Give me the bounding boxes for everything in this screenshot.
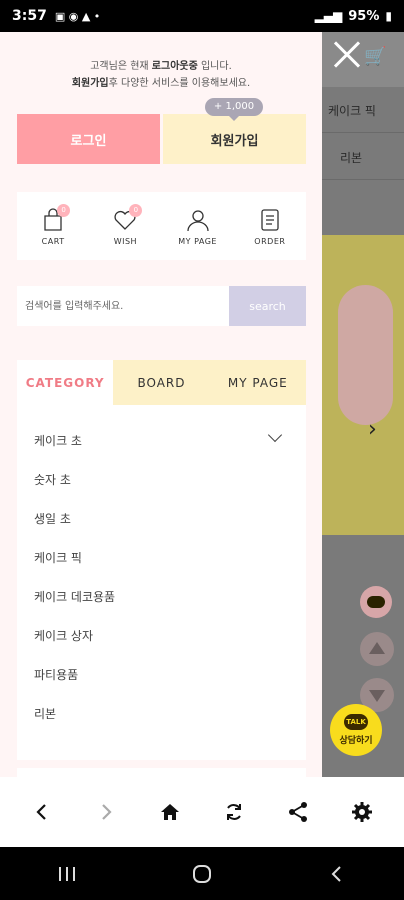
signal-icon: ▂▄▆ — [314, 9, 343, 23]
chevron-right-icon: › — [368, 417, 377, 442]
quick-link-cart[interactable]: 0 CART — [23, 203, 83, 246]
gear-icon — [352, 802, 372, 822]
welcome-status: 로그아웃중 — [151, 61, 198, 72]
category-label: 생일 초 — [34, 512, 71, 526]
category-item[interactable]: 케이크 데코용품 — [17, 577, 306, 616]
category-item[interactable]: 케이크 상자 — [17, 616, 306, 655]
chevron-right-icon — [102, 804, 112, 820]
side-drawer: 고객님은 현재 로그아웃중 입니다. 회원가입후 다양한 서비스를 이용해보세요… — [0, 32, 322, 777]
scroll-up-button[interactable] — [360, 632, 394, 666]
background-page: 🛒 케이크 픽 리본 › — [322, 32, 404, 777]
welcome-join: 회원가입 — [71, 78, 109, 89]
search-input[interactable] — [17, 286, 229, 326]
quick-link-wish[interactable]: 0 WISH — [95, 203, 155, 246]
cart-icon: 🛒 — [364, 46, 387, 67]
system-nav-bar — [0, 847, 404, 900]
settings-button[interactable] — [342, 792, 382, 832]
quick-link-label: CART — [41, 236, 65, 246]
home-icon — [161, 804, 179, 820]
tab-category[interactable]: CATEGORY — [17, 360, 114, 405]
welcome-text: 입니다. — [197, 61, 232, 72]
join-reward-badge: + 1,000 — [205, 98, 263, 121]
kakao-chat-label: 상담하기 — [339, 736, 373, 746]
background-menu-item: 리본 — [340, 151, 363, 165]
share-button[interactable] — [278, 792, 318, 832]
kakao-chat-button[interactable]: TALK 상담하기 — [330, 704, 382, 756]
browser-toolbar — [0, 777, 404, 847]
back-button[interactable] — [22, 792, 62, 832]
category-item[interactable]: 파티용품 — [17, 655, 306, 694]
background-banner — [322, 235, 404, 535]
kakao-talk-icon[interactable] — [360, 586, 392, 618]
tab-mypage[interactable]: MY PAGE — [209, 360, 306, 405]
category-item[interactable]: 숫자 초 — [17, 460, 306, 499]
recent-apps-button[interactable] — [47, 854, 87, 894]
quick-link-label: MY PAGE — [178, 236, 217, 246]
refresh-button[interactable] — [214, 792, 254, 832]
tab-board[interactable]: BOARD — [113, 360, 210, 405]
welcome-text: 후 다양한 서비스를 이용해보세요. — [108, 78, 251, 89]
divider — [322, 179, 404, 180]
close-icon[interactable] — [332, 40, 362, 70]
welcome-text: 고객님은 현재 — [90, 61, 152, 72]
receipt-icon — [261, 208, 279, 231]
category-item[interactable]: 리본 — [17, 694, 306, 733]
category-list: 케이크 초 숫자 초 생일 초 케이크 픽 케이크 데코용품 케이크 상자 파티… — [17, 405, 306, 760]
search-bar: search — [17, 286, 306, 326]
category-label: 숫자 초 — [34, 473, 71, 487]
category-item[interactable]: 케이크 초 — [17, 421, 306, 460]
category-label: 케이크 상자 — [34, 629, 94, 643]
share-icon — [289, 802, 307, 822]
category-label: 리본 — [34, 707, 57, 721]
category-item[interactable]: 생일 초 — [17, 499, 306, 538]
category-label: 케이크 픽 — [34, 551, 82, 565]
quick-link-label: WISH — [113, 236, 138, 246]
quick-links: 0 CART 0 WISH MY PAGE ORDER — [17, 192, 306, 260]
category-label: 케이크 데코용품 — [34, 590, 116, 604]
home-button[interactable] — [150, 792, 190, 832]
status-right: ▂▄▆ 95% ▮ — [315, 9, 392, 24]
chevron-down-icon[interactable] — [267, 427, 283, 443]
battery-icon: ▮ — [385, 9, 392, 23]
background-menu-item: 케이크 픽 — [328, 104, 376, 118]
forward-button[interactable] — [86, 792, 126, 832]
quick-link-order[interactable]: ORDER — [240, 207, 300, 246]
back-nav-button[interactable] — [317, 854, 357, 894]
quick-link-label: ORDER — [254, 236, 286, 246]
notification-icons: ▣ ◉ ▲ • — [54, 9, 101, 23]
welcome-message: 고객님은 현재 로그아웃중 입니다. 회원가입후 다양한 서비스를 이용해보세요… — [0, 58, 322, 92]
back-nav-icon — [331, 865, 341, 882]
drawer-tabs: CATEGORY BOARD MY PAGE — [17, 360, 306, 405]
category-label: 케이크 초 — [34, 434, 82, 448]
cart-count: 0 — [57, 203, 71, 217]
join-button[interactable]: 회원가입 — [163, 114, 306, 164]
talk-bubble-icon: TALK — [344, 714, 368, 730]
login-button[interactable]: 로그인 — [17, 114, 160, 164]
status-time: 3:57 — [12, 8, 47, 24]
circle-home-icon — [192, 864, 211, 883]
category-item[interactable]: 케이크 픽 — [17, 538, 306, 577]
chevron-left-icon — [36, 804, 46, 820]
recent-apps-icon — [59, 866, 76, 881]
drawer-footer-box — [17, 768, 306, 777]
divider — [322, 132, 404, 133]
home-nav-button[interactable] — [182, 854, 222, 894]
search-button[interactable]: search — [229, 286, 306, 326]
status-bar: 3:57 ▣ ◉ ▲ • ▂▄▆ 95% ▮ — [0, 0, 404, 32]
wish-count: 0 — [129, 203, 143, 217]
refresh-icon — [227, 804, 241, 820]
category-label: 파티용품 — [34, 668, 79, 682]
user-icon — [186, 209, 209, 231]
battery-level: 95% — [348, 8, 380, 24]
quick-link-mypage[interactable]: MY PAGE — [168, 207, 228, 246]
